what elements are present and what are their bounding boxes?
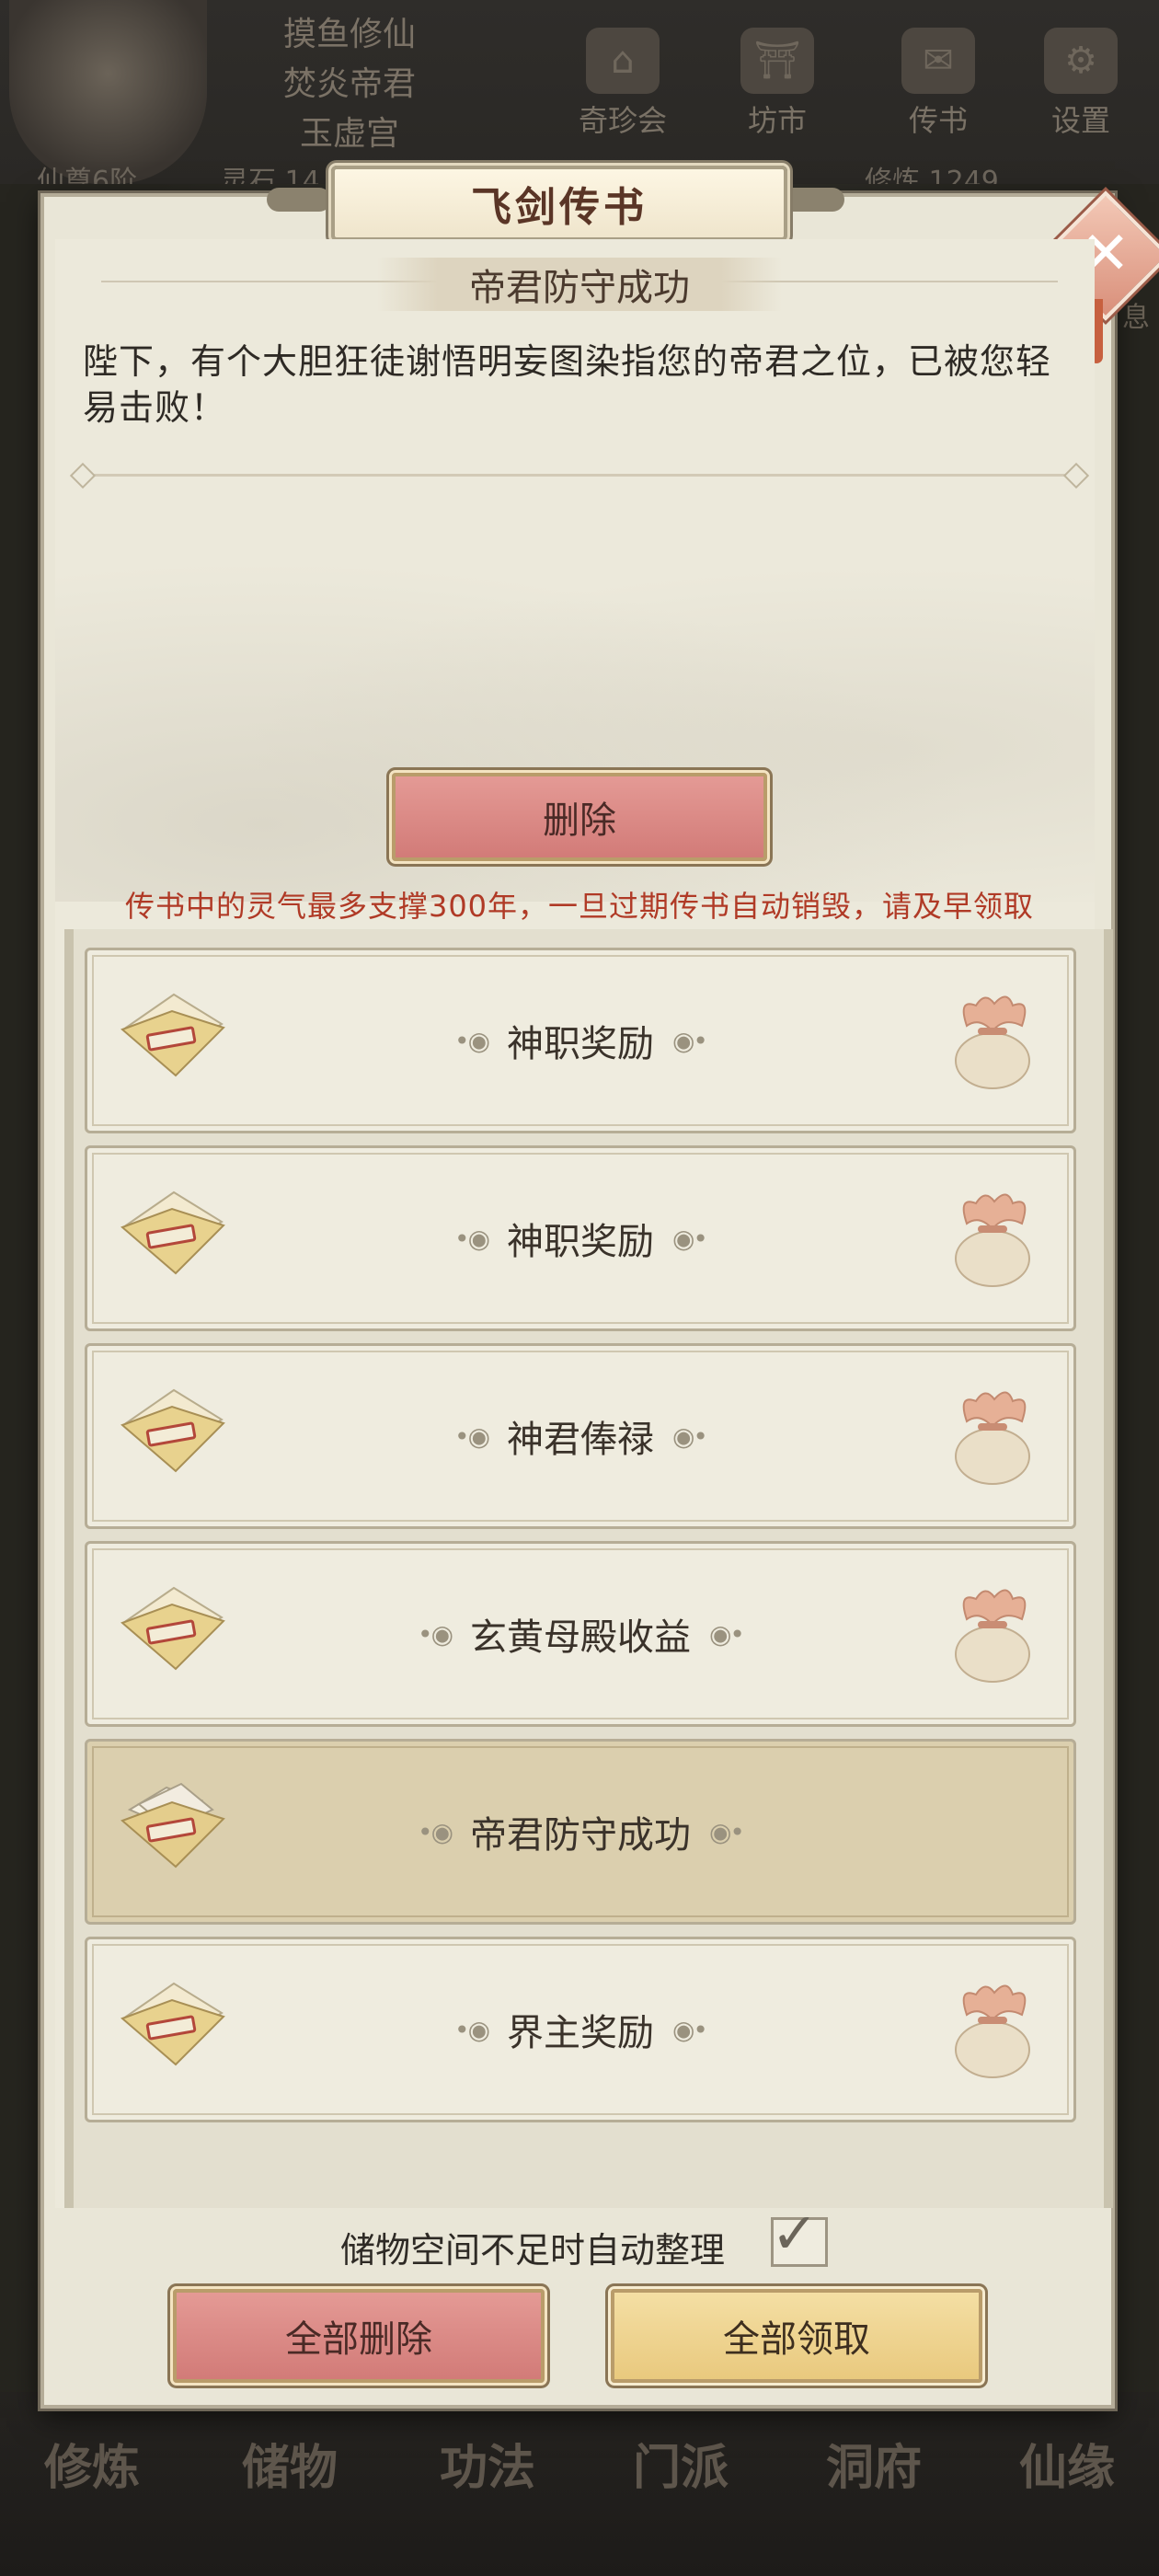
reward-bag-icon (955, 1984, 1030, 2078)
mail-item[interactable]: •◉ 神职奖励 ◉• (85, 948, 1076, 1133)
ornament-right-icon: ◉• (672, 1420, 708, 1452)
ornament-right-icon: ◉• (672, 1025, 708, 1056)
delete-button[interactable]: 删除 (392, 773, 767, 861)
top-icon-settings[interactable]: ⚙ 设置 (1021, 28, 1141, 138)
nav-cave[interactable]: 洞府 (791, 2429, 957, 2498)
delete-all-button[interactable]: 全部删除 (173, 2289, 545, 2383)
nav-storage[interactable]: 储物 (207, 2429, 373, 2498)
top-icon-market[interactable]: ⛩ 坊市 (717, 28, 837, 138)
checkmark-icon[interactable]: ✓ (771, 2205, 819, 2262)
mail-item[interactable]: •◉ 界主奖励 ◉• (85, 1937, 1076, 2122)
player-title: 焚炎帝君 (282, 65, 416, 103)
ornament-right-icon: ◉• (709, 1816, 745, 1847)
letter-icon (120, 1586, 225, 1671)
top-icon-letters[interactable]: ✉ 传书 (878, 28, 998, 138)
nav-skills[interactable]: 功法 (405, 2429, 570, 2498)
mail-title: 帝君防守成功 (470, 1814, 691, 1857)
pavilion-icon: ⌂ (586, 28, 660, 94)
reward-bag-icon (955, 1193, 1030, 1287)
reward-bag-icon (955, 1589, 1030, 1683)
nav-cultivate[interactable]: 修炼 (9, 2429, 175, 2498)
auto-sort-label: 储物空间不足时自动整理 (340, 2230, 726, 2271)
dialog-title: 飞剑传书 (331, 166, 787, 241)
mail-item[interactable]: •◉ 神君俸禄 ◉• (85, 1343, 1076, 1529)
letter-icon (120, 1388, 225, 1473)
opened-letter-icon (120, 1782, 225, 1869)
reward-bag-icon (955, 1391, 1030, 1485)
market-icon: ⛩ (740, 28, 814, 94)
message-header: 帝君防守成功 (377, 258, 782, 311)
nav-sect[interactable]: 门派 (598, 2429, 763, 2498)
mail-item[interactable]: •◉ 玄黄母殿收益 ◉• (85, 1541, 1076, 1727)
expiry-warning: 传书中的灵气最多支撑300年，一旦过期传书自动销毁，请及早领取 (124, 889, 1035, 924)
claim-all-button[interactable]: 全部领取 (611, 2289, 982, 2383)
player-avatar[interactable] (9, 0, 207, 184)
mail-title: 界主奖励 (507, 2012, 654, 2054)
letter-icon: ✉ (901, 28, 975, 94)
reward-bag-icon (955, 995, 1030, 1089)
player-sect: 玉虚宫 (299, 115, 399, 153)
gear-icon: ⚙ (1044, 28, 1118, 94)
ornament-left-icon: •◉ (454, 1420, 490, 1452)
mail-item-selected[interactable]: •◉ 帝君防守成功 ◉• (85, 1739, 1076, 1925)
player-name: 摸鱼修仙 (282, 16, 416, 53)
message-divider (74, 474, 1085, 477)
title-ornament-left (267, 188, 331, 212)
letter-icon (120, 993, 225, 1077)
nav-fate[interactable]: 仙缘 (984, 2429, 1150, 2498)
mail-title: 神职奖励 (507, 1023, 654, 1065)
letter-icon (120, 1982, 225, 2066)
top-icon-qizhenhui[interactable]: ⌂ 奇珍会 (563, 28, 683, 138)
title-ornament-right (780, 188, 844, 212)
ornament-left-icon: •◉ (418, 1816, 453, 1847)
ornament-right-icon: ◉• (709, 1618, 745, 1650)
letter-icon (120, 1190, 225, 1275)
message-body: 陛下，有个大胆狂徒谢悟明妄图染指您的帝君之位，已被您轻易击败！ (83, 341, 1052, 428)
mail-title: 玄黄母殿收益 (470, 1616, 691, 1659)
mail-title: 神职奖励 (507, 1221, 654, 1263)
mail-title: 神君俸禄 (507, 1419, 654, 1461)
ornament-right-icon: ◉• (672, 1223, 708, 1254)
ornament-left-icon: •◉ (454, 1223, 490, 1254)
mail-item[interactable]: •◉ 神职奖励 ◉• (85, 1145, 1076, 1331)
ornament-left-icon: •◉ (454, 1025, 490, 1056)
ornament-right-icon: ◉• (672, 2014, 708, 2045)
ornament-left-icon: •◉ (454, 2014, 490, 2045)
ornament-left-icon: •◉ (418, 1618, 453, 1650)
